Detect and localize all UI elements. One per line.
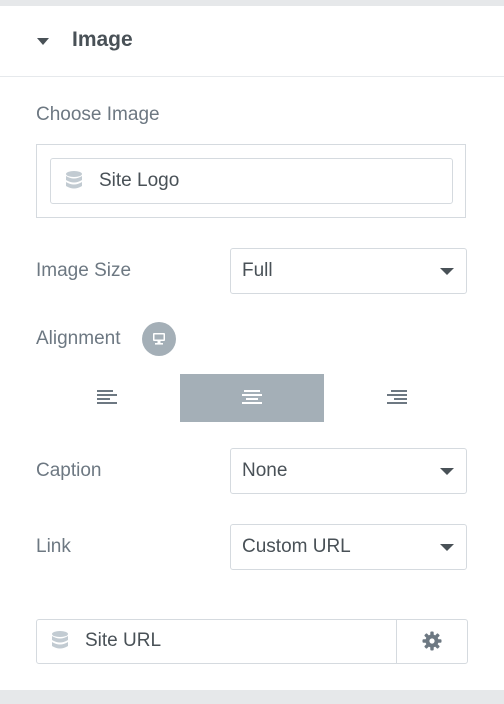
section-header[interactable]: Image [0,6,504,77]
link-value: Custom URL [242,536,351,557]
section-title: Image [72,28,133,51]
chevron-down-icon [440,468,454,475]
image-size-value: Full [242,260,273,281]
dynamic-tag-label: Site Logo [99,170,180,191]
align-center-button[interactable] [180,374,324,422]
image-controls-panel: Image Choose Image Site Logo Image Size … [0,6,504,690]
image-size-select[interactable]: Full [230,248,467,294]
url-settings-button[interactable] [396,620,467,663]
alignment-label: Alignment [36,328,121,349]
alignment-choices [36,374,468,422]
caption-label: Caption [36,460,102,481]
link-select[interactable]: Custom URL [230,524,467,570]
gear-icon [422,631,442,651]
chevron-down-icon [440,268,454,275]
database-icon [52,631,68,649]
dynamic-tag-site-url[interactable]: Site URL [85,630,161,652]
caret-down-icon [37,38,49,45]
align-right-button[interactable] [324,374,468,422]
align-center-icon [242,390,262,404]
database-icon [66,171,82,189]
desktop-icon [153,333,165,345]
link-label: Link [36,536,71,557]
choose-image-label: Choose Image [36,104,160,125]
dynamic-tag-site-logo[interactable]: Site Logo [50,158,453,204]
align-right-icon [387,390,407,404]
caption-select[interactable]: None [230,448,467,494]
align-left-icon [97,390,117,404]
caption-value: None [242,460,288,481]
image-size-label: Image Size [36,260,132,281]
align-left-button[interactable] [36,374,180,422]
url-field[interactable]: Site URL [36,619,468,664]
responsive-switcher-button[interactable] [142,322,176,356]
chevron-down-icon [440,544,454,551]
image-media-control[interactable]: Site Logo [36,144,466,218]
